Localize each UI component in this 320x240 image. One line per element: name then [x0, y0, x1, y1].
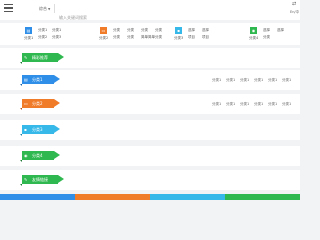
category-label[interactable]: 分类4 — [249, 36, 258, 41]
sub-link[interactable]: 分类1 — [254, 78, 268, 83]
bottom-color-strip — [0, 194, 300, 200]
sub-link[interactable]: 分类1 — [226, 102, 240, 107]
sub-link[interactable]: 分类1 — [268, 102, 282, 107]
section-title: 分类1 — [32, 77, 43, 82]
content-section: ▪ 分类3 — [0, 120, 300, 140]
section-title-ribbon[interactable]: ▭ 分类2 — [20, 99, 60, 110]
category-link[interactable]: 分类2 — [38, 35, 47, 39]
content-section: ◉ 分类4 — [0, 146, 300, 166]
color-stripe — [225, 194, 300, 200]
section-title-ribbon[interactable]: ▪ 分类3 — [20, 125, 60, 136]
translate-icon[interactable]: ⇄ — [292, 1, 296, 7]
search-input[interactable] — [55, 13, 147, 22]
content-section: ▭ 分类2 分类1 分类1 分类1 分类1 分类1 分类1 — [0, 94, 300, 114]
sub-link[interactable]: 分类1 — [212, 102, 226, 107]
category-label[interactable]: 分类2 — [99, 36, 108, 41]
category-link[interactable]: 分类 — [155, 35, 162, 39]
category-link[interactable]: 简单简单 — [141, 35, 155, 39]
content-section: ✎ 精彩推荐 — [0, 48, 300, 68]
category-link[interactable]: 分类 — [141, 28, 148, 32]
color-stripe — [150, 194, 225, 200]
sub-link[interactable]: 分类1 — [212, 78, 226, 83]
search-box — [54, 4, 147, 22]
category-link[interactable]: 选择 — [202, 28, 209, 32]
section-title: 分类3 — [32, 127, 43, 132]
section-title-ribbon[interactable]: ▤ 分类1 — [20, 75, 60, 86]
category-link[interactable]: 分类 — [113, 35, 120, 39]
search-scope-label: 综合 — [39, 6, 47, 11]
sub-link[interactable]: 分类1 — [268, 78, 282, 83]
category-link[interactable]: 分类 — [127, 28, 134, 32]
sub-link[interactable]: 分类1 — [226, 78, 240, 83]
category-link[interactable]: 项目 — [188, 35, 195, 39]
content-section: ▤ 分类1 分类1 分类1 分类1 分类1 分类1 分类1 — [0, 70, 300, 90]
section-title: 精彩推荐 — [32, 55, 48, 60]
circle-icon[interactable]: ◉ — [250, 27, 257, 34]
sub-link[interactable]: 分类1 — [240, 102, 254, 107]
monitor-icon[interactable]: ▭ — [100, 27, 107, 34]
grid-icon: ▤ — [24, 77, 28, 82]
link-icon: ✎ — [24, 177, 28, 182]
sub-link[interactable]: 分类1 — [240, 78, 254, 83]
section-title-ribbon[interactable]: ✎ 精彩推荐 — [20, 53, 64, 64]
section-title-ribbon[interactable]: ◉ 分类4 — [20, 151, 60, 162]
category-link[interactable]: 选择 — [263, 28, 270, 32]
sub-link[interactable]: 分类1 — [254, 102, 268, 107]
category-link[interactable]: 选择 — [277, 28, 284, 32]
color-stripe — [75, 194, 150, 200]
category-link[interactable]: 分类 — [155, 28, 162, 32]
color-stripe — [0, 194, 75, 200]
sub-link[interactable]: 分类1 — [282, 102, 296, 107]
top-bar: 综合▼ ⇄ En/中 — [0, 0, 300, 22]
category-label[interactable]: 分类3 — [174, 36, 183, 41]
sub-link[interactable]: 分类1 — [282, 78, 296, 83]
category-link[interactable]: 分类1 — [38, 28, 47, 32]
category-link[interactable]: 分类 — [127, 35, 134, 39]
search-scope-select[interactable]: 综合▼ — [39, 5, 50, 13]
category-bar: ▤ 分类1 分类1 分类1 分类2 分类3 ▭ 分类2 分类 分类 分类 分类 分类 分类 简单简单 分类 ▪ 分… — [0, 23, 300, 45]
monitor-icon: ▭ — [24, 101, 28, 106]
pin-icon: ✎ — [24, 55, 28, 60]
square-icon[interactable]: ▪ — [175, 27, 182, 34]
category-link[interactable]: 项目 — [202, 35, 209, 39]
category-link[interactable]: 分类1 — [52, 28, 61, 32]
category-link[interactable]: 分类 — [263, 35, 270, 39]
category-label[interactable]: 分类1 — [24, 36, 33, 41]
section-title: 友情链接 — [32, 177, 48, 182]
language-label[interactable]: En/中 — [290, 10, 299, 15]
caret-down-icon: ▼ — [48, 7, 51, 11]
section-title: 分类2 — [32, 101, 43, 106]
section-sub-links: 分类1 分类1 分类1 分类1 分类1 分类1 — [212, 102, 296, 107]
grid-icon[interactable]: ▤ — [25, 27, 32, 34]
category-link[interactable]: 分类3 — [52, 35, 61, 39]
square-icon: ▪ — [24, 127, 27, 132]
hamburger-icon[interactable] — [4, 4, 13, 13]
category-link[interactable]: 分类 — [113, 28, 120, 32]
section-title-ribbon[interactable]: ✎ 友情链接 — [20, 175, 64, 186]
content-section: ✎ 友情链接 — [0, 170, 300, 190]
section-title: 分类4 — [32, 153, 43, 158]
section-sub-links: 分类1 分类1 分类1 分类1 分类1 分类1 — [212, 78, 296, 83]
circle-icon: ◉ — [24, 153, 28, 158]
category-link[interactable]: 选择 — [188, 28, 195, 32]
